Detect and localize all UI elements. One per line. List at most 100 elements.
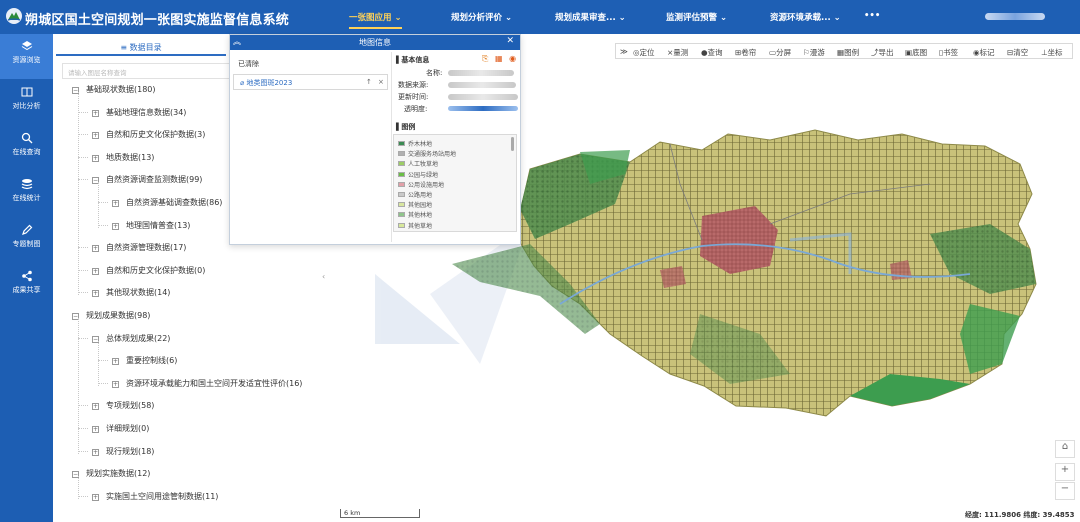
tool-label: 查询 <box>707 48 723 57</box>
tree-node[interactable]: − 总体规划成果(22) <box>92 333 170 344</box>
legend-item: 人工牧草地 <box>398 159 438 168</box>
expand-toggle-icon[interactable]: + <box>92 448 99 456</box>
tree-node-label: 自然和历史文化保护数据(0) <box>106 265 206 275</box>
sidebar-item-query[interactable]: 在线查询 <box>0 126 53 171</box>
legend-item: 公园与绿地 <box>398 170 438 179</box>
nav-tab-capacity[interactable]: 资源环境承载... ⌄ <box>770 11 841 23</box>
expand-toggle-icon[interactable]: + <box>92 290 99 298</box>
opacity-slider[interactable] <box>448 106 518 111</box>
legend-item: 公用设施用地 <box>398 180 444 189</box>
home-button[interactable]: ⌂ <box>1055 440 1075 458</box>
legend-item: 其他园地 <box>398 200 432 209</box>
tool-roam-button[interactable]: ⚐漫游 <box>803 47 825 58</box>
tree-node[interactable]: + 地理国情普查(13) <box>112 220 190 231</box>
expand-toggle-icon[interactable]: + <box>112 200 119 207</box>
expand-toggle-icon[interactable]: + <box>92 267 99 275</box>
expand-toggle-icon[interactable]: + <box>92 154 99 162</box>
sidebar-item-browse[interactable]: 资源浏览 <box>0 34 53 79</box>
tree-node[interactable]: − 规划成果数据(98) <box>72 310 150 321</box>
legend-item-label: 人工牧草地 <box>408 161 439 169</box>
nav-tab-monitor[interactable]: 监测评估预警 ⌄ <box>666 11 727 23</box>
layer-list-item[interactable]: ⌀ 地类图斑2023 ↑ × <box>233 74 388 90</box>
tool-coord-button[interactable]: ⊥坐标 <box>1041 47 1063 58</box>
expand-toggle-icon[interactable]: + <box>112 358 119 366</box>
tree-node[interactable]: + 地质数据(13) <box>92 152 154 163</box>
tree-node[interactable]: + 重要控制线(6) <box>112 355 177 366</box>
tree-node[interactable]: − 规划实施数据(12) <box>72 468 150 479</box>
tool-bookmark-button[interactable]: ▯书签 <box>939 47 958 58</box>
tree-node[interactable]: + 资源环境承载能力和国土空间开发适宜性评价(16) <box>112 378 302 389</box>
tree-connector <box>78 428 88 429</box>
tool-label: 分屏 <box>776 48 792 57</box>
tree-node-label: 地质数据(13) <box>106 152 155 162</box>
tree-node-label: 现行规划(18) <box>106 446 155 456</box>
tool-basemap-button[interactable]: ▣底图 <box>905 47 927 58</box>
field-update-label: 更新时间: <box>398 93 429 101</box>
legend-item-label: 公用设施用地 <box>408 181 445 189</box>
remove-icon[interactable]: × <box>378 78 384 86</box>
nav-tab-review[interactable]: 规划成果审查... ⌄ <box>555 11 626 23</box>
legend-item: 其他草地 <box>398 221 432 230</box>
tree-node[interactable]: + 实施国土空间用途管制数据(11) <box>92 491 218 502</box>
expand-toggle-icon[interactable]: + <box>92 426 99 433</box>
sidebar-item-compare[interactable]: 对比分析 <box>0 80 53 125</box>
tab-data-catalog[interactable]: ≡ 数据目录 <box>56 38 226 56</box>
location-icon[interactable]: ◉ <box>509 54 516 63</box>
tree-node[interactable]: + 自然资源基础调查数据(86) <box>112 197 222 208</box>
tree-node[interactable]: + 自然资源管理数据(17) <box>92 242 186 253</box>
expand-toggle-icon[interactable]: + <box>92 403 99 411</box>
legend-item: 其他林地 <box>398 210 432 219</box>
legend-scrollbar[interactable] <box>511 137 514 151</box>
tool-label: 底图 <box>912 48 928 57</box>
expand-toggle-icon[interactable]: + <box>92 245 99 253</box>
tree-node[interactable]: − 自然资源调查监测数据(99) <box>92 174 202 185</box>
tree-node[interactable]: + 自然和历史文化保护数据(0) <box>92 265 205 276</box>
zoom-in-button[interactable]: + <box>1055 463 1075 481</box>
tree-node[interactable]: + 专项规划(58) <box>92 400 154 411</box>
tree-node[interactable]: + 其他现状数据(14) <box>92 287 170 298</box>
tree-node[interactable]: − 基础现状数据(180) <box>72 84 156 95</box>
tool-export-button[interactable]: ⤴导出 <box>871 47 894 58</box>
tree-node-label: 重要控制线(6) <box>126 356 178 366</box>
grid-icon[interactable]: ▦ <box>495 54 503 63</box>
tool-split-button[interactable]: ▭分屏 <box>769 47 791 58</box>
field-source-label: 数据来源: <box>398 81 429 89</box>
sidebar-item-share[interactable]: 成果共享 <box>0 264 53 309</box>
tool-mark-button[interactable]: ◉标记 <box>973 47 995 58</box>
expand-toggle-icon[interactable]: + <box>92 109 99 117</box>
copy-icon[interactable]: ⎘ <box>482 54 488 63</box>
move-up-icon[interactable]: ↑ <box>366 78 372 86</box>
top-header: 朔城区国土空间规划一张图实施监督信息系统 一张图应用 ⌄ 规划分析评价 ⌄ 规划… <box>0 0 1080 34</box>
tool-legend-button[interactable]: ▦图例 <box>837 47 859 58</box>
collapse-up-icon[interactable]: ︽ <box>233 36 241 47</box>
left-sidebar: 资源浏览 对比分析 在线查询 在线统计 专题制图 成果共享 <box>0 34 53 522</box>
tree-node[interactable]: + 基础地理信息数据(34) <box>92 107 186 118</box>
expand-toolbar-icon[interactable]: ≫ <box>620 47 628 56</box>
tree-node[interactable]: + 详细规划(0) <box>92 423 149 434</box>
expand-toggle-icon[interactable]: + <box>112 222 119 230</box>
tree-node[interactable]: + 自然和历史文化保护数据(3) <box>92 129 205 140</box>
tool-clear-button[interactable]: ⊟清空 <box>1007 47 1028 58</box>
zoom-out-button[interactable]: − <box>1055 482 1075 500</box>
tool-measure-button[interactable]: ⨯量测 <box>667 47 688 58</box>
nav-tab-analysis[interactable]: 规划分析评价 ⌄ <box>451 11 512 23</box>
tool-query-button[interactable]: ●查询 <box>701 47 723 58</box>
legend-swatch <box>398 202 405 208</box>
sidebar-item-mapping[interactable]: 专题制图 <box>0 218 53 263</box>
tool-swipe-button[interactable]: ⊞卷帘 <box>735 47 756 58</box>
export-icon: ⤴ <box>871 48 879 57</box>
user-account[interactable] <box>985 13 1045 20</box>
close-icon[interactable]: ✕ <box>506 36 514 46</box>
expand-toggle-icon[interactable]: + <box>112 380 119 388</box>
legend-item-label: 公路用地 <box>408 192 433 199</box>
tool-locate-button[interactable]: ◎定位 <box>633 47 655 58</box>
sidebar-item-stats[interactable]: 在线统计 <box>0 172 53 217</box>
nav-more[interactable]: ••• <box>864 11 880 21</box>
tree-node-label: 规划成果数据(98) <box>86 311 151 320</box>
expand-toggle-icon[interactable]: + <box>92 132 99 140</box>
collapse-panel-handle[interactable]: ‹ <box>322 272 328 284</box>
tree-node[interactable]: + 现行规划(18) <box>92 446 154 457</box>
nav-tab-map-app[interactable]: 一张图应用 ⌄ <box>349 11 402 29</box>
tree-connector <box>98 224 108 226</box>
expand-toggle-icon[interactable]: + <box>92 493 99 501</box>
